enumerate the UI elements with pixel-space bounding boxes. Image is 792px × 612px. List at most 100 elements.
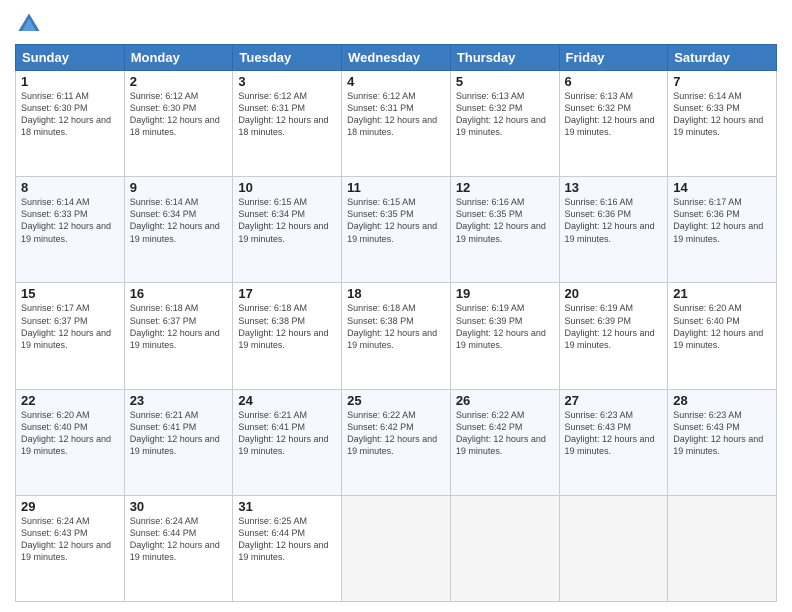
day-number: 29 — [21, 499, 119, 514]
day-cell-28: 28Sunrise: 6:23 AMSunset: 6:43 PMDayligh… — [668, 389, 777, 495]
day-number: 6 — [565, 74, 663, 89]
week-row-3: 15Sunrise: 6:17 AMSunset: 6:37 PMDayligh… — [16, 283, 777, 389]
day-cell-8: 8Sunrise: 6:14 AMSunset: 6:33 PMDaylight… — [16, 177, 125, 283]
day-number: 2 — [130, 74, 228, 89]
day-info: Sunrise: 6:13 AMSunset: 6:32 PMDaylight:… — [565, 90, 663, 139]
day-number: 21 — [673, 286, 771, 301]
empty-cell — [668, 495, 777, 601]
day-number: 1 — [21, 74, 119, 89]
day-number: 5 — [456, 74, 554, 89]
day-info: Sunrise: 6:17 AMSunset: 6:36 PMDaylight:… — [673, 196, 771, 245]
calendar-header-row: SundayMondayTuesdayWednesdayThursdayFrid… — [16, 45, 777, 71]
day-cell-1: 1Sunrise: 6:11 AMSunset: 6:30 PMDaylight… — [16, 71, 125, 177]
day-number: 12 — [456, 180, 554, 195]
day-number: 24 — [238, 393, 336, 408]
day-number: 16 — [130, 286, 228, 301]
day-cell-4: 4Sunrise: 6:12 AMSunset: 6:31 PMDaylight… — [342, 71, 451, 177]
day-cell-19: 19Sunrise: 6:19 AMSunset: 6:39 PMDayligh… — [450, 283, 559, 389]
day-header-monday: Monday — [124, 45, 233, 71]
day-header-wednesday: Wednesday — [342, 45, 451, 71]
logo — [15, 10, 45, 38]
day-cell-13: 13Sunrise: 6:16 AMSunset: 6:36 PMDayligh… — [559, 177, 668, 283]
day-info: Sunrise: 6:18 AMSunset: 6:37 PMDaylight:… — [130, 302, 228, 351]
day-info: Sunrise: 6:20 AMSunset: 6:40 PMDaylight:… — [673, 302, 771, 351]
day-header-friday: Friday — [559, 45, 668, 71]
day-cell-22: 22Sunrise: 6:20 AMSunset: 6:40 PMDayligh… — [16, 389, 125, 495]
header — [15, 10, 777, 38]
day-info: Sunrise: 6:14 AMSunset: 6:33 PMDaylight:… — [673, 90, 771, 139]
day-header-sunday: Sunday — [16, 45, 125, 71]
day-info: Sunrise: 6:18 AMSunset: 6:38 PMDaylight:… — [238, 302, 336, 351]
day-info: Sunrise: 6:17 AMSunset: 6:37 PMDaylight:… — [21, 302, 119, 351]
calendar-table: SundayMondayTuesdayWednesdayThursdayFrid… — [15, 44, 777, 602]
day-number: 19 — [456, 286, 554, 301]
day-cell-7: 7Sunrise: 6:14 AMSunset: 6:33 PMDaylight… — [668, 71, 777, 177]
day-cell-15: 15Sunrise: 6:17 AMSunset: 6:37 PMDayligh… — [16, 283, 125, 389]
day-info: Sunrise: 6:13 AMSunset: 6:32 PMDaylight:… — [456, 90, 554, 139]
day-number: 23 — [130, 393, 228, 408]
day-info: Sunrise: 6:14 AMSunset: 6:33 PMDaylight:… — [21, 196, 119, 245]
day-cell-3: 3Sunrise: 6:12 AMSunset: 6:31 PMDaylight… — [233, 71, 342, 177]
empty-cell — [450, 495, 559, 601]
day-number: 20 — [565, 286, 663, 301]
day-info: Sunrise: 6:16 AMSunset: 6:36 PMDaylight:… — [565, 196, 663, 245]
day-info: Sunrise: 6:15 AMSunset: 6:34 PMDaylight:… — [238, 196, 336, 245]
day-info: Sunrise: 6:24 AMSunset: 6:44 PMDaylight:… — [130, 515, 228, 564]
day-cell-6: 6Sunrise: 6:13 AMSunset: 6:32 PMDaylight… — [559, 71, 668, 177]
day-info: Sunrise: 6:21 AMSunset: 6:41 PMDaylight:… — [238, 409, 336, 458]
page: SundayMondayTuesdayWednesdayThursdayFrid… — [0, 0, 792, 612]
day-number: 10 — [238, 180, 336, 195]
day-number: 31 — [238, 499, 336, 514]
day-info: Sunrise: 6:22 AMSunset: 6:42 PMDaylight:… — [456, 409, 554, 458]
day-number: 13 — [565, 180, 663, 195]
day-cell-21: 21Sunrise: 6:20 AMSunset: 6:40 PMDayligh… — [668, 283, 777, 389]
day-cell-9: 9Sunrise: 6:14 AMSunset: 6:34 PMDaylight… — [124, 177, 233, 283]
day-info: Sunrise: 6:19 AMSunset: 6:39 PMDaylight:… — [565, 302, 663, 351]
day-cell-26: 26Sunrise: 6:22 AMSunset: 6:42 PMDayligh… — [450, 389, 559, 495]
day-number: 3 — [238, 74, 336, 89]
empty-cell — [342, 495, 451, 601]
day-number: 26 — [456, 393, 554, 408]
day-cell-16: 16Sunrise: 6:18 AMSunset: 6:37 PMDayligh… — [124, 283, 233, 389]
empty-cell — [559, 495, 668, 601]
day-cell-20: 20Sunrise: 6:19 AMSunset: 6:39 PMDayligh… — [559, 283, 668, 389]
day-cell-29: 29Sunrise: 6:24 AMSunset: 6:43 PMDayligh… — [16, 495, 125, 601]
day-cell-31: 31Sunrise: 6:25 AMSunset: 6:44 PMDayligh… — [233, 495, 342, 601]
day-cell-5: 5Sunrise: 6:13 AMSunset: 6:32 PMDaylight… — [450, 71, 559, 177]
day-cell-17: 17Sunrise: 6:18 AMSunset: 6:38 PMDayligh… — [233, 283, 342, 389]
day-info: Sunrise: 6:23 AMSunset: 6:43 PMDaylight:… — [673, 409, 771, 458]
day-cell-2: 2Sunrise: 6:12 AMSunset: 6:30 PMDaylight… — [124, 71, 233, 177]
day-cell-12: 12Sunrise: 6:16 AMSunset: 6:35 PMDayligh… — [450, 177, 559, 283]
week-row-1: 1Sunrise: 6:11 AMSunset: 6:30 PMDaylight… — [16, 71, 777, 177]
day-number: 27 — [565, 393, 663, 408]
logo-icon — [15, 10, 43, 38]
day-number: 14 — [673, 180, 771, 195]
day-info: Sunrise: 6:21 AMSunset: 6:41 PMDaylight:… — [130, 409, 228, 458]
week-row-5: 29Sunrise: 6:24 AMSunset: 6:43 PMDayligh… — [16, 495, 777, 601]
day-number: 9 — [130, 180, 228, 195]
day-cell-23: 23Sunrise: 6:21 AMSunset: 6:41 PMDayligh… — [124, 389, 233, 495]
week-row-2: 8Sunrise: 6:14 AMSunset: 6:33 PMDaylight… — [16, 177, 777, 283]
day-info: Sunrise: 6:23 AMSunset: 6:43 PMDaylight:… — [565, 409, 663, 458]
day-cell-14: 14Sunrise: 6:17 AMSunset: 6:36 PMDayligh… — [668, 177, 777, 283]
day-number: 18 — [347, 286, 445, 301]
day-number: 25 — [347, 393, 445, 408]
day-info: Sunrise: 6:11 AMSunset: 6:30 PMDaylight:… — [21, 90, 119, 139]
day-number: 15 — [21, 286, 119, 301]
day-info: Sunrise: 6:20 AMSunset: 6:40 PMDaylight:… — [21, 409, 119, 458]
day-number: 4 — [347, 74, 445, 89]
day-info: Sunrise: 6:24 AMSunset: 6:43 PMDaylight:… — [21, 515, 119, 564]
day-info: Sunrise: 6:22 AMSunset: 6:42 PMDaylight:… — [347, 409, 445, 458]
day-info: Sunrise: 6:12 AMSunset: 6:31 PMDaylight:… — [347, 90, 445, 139]
day-cell-11: 11Sunrise: 6:15 AMSunset: 6:35 PMDayligh… — [342, 177, 451, 283]
day-header-tuesday: Tuesday — [233, 45, 342, 71]
day-cell-24: 24Sunrise: 6:21 AMSunset: 6:41 PMDayligh… — [233, 389, 342, 495]
day-info: Sunrise: 6:25 AMSunset: 6:44 PMDaylight:… — [238, 515, 336, 564]
day-info: Sunrise: 6:14 AMSunset: 6:34 PMDaylight:… — [130, 196, 228, 245]
day-cell-18: 18Sunrise: 6:18 AMSunset: 6:38 PMDayligh… — [342, 283, 451, 389]
day-number: 17 — [238, 286, 336, 301]
day-cell-27: 27Sunrise: 6:23 AMSunset: 6:43 PMDayligh… — [559, 389, 668, 495]
day-info: Sunrise: 6:15 AMSunset: 6:35 PMDaylight:… — [347, 196, 445, 245]
day-number: 11 — [347, 180, 445, 195]
week-row-4: 22Sunrise: 6:20 AMSunset: 6:40 PMDayligh… — [16, 389, 777, 495]
